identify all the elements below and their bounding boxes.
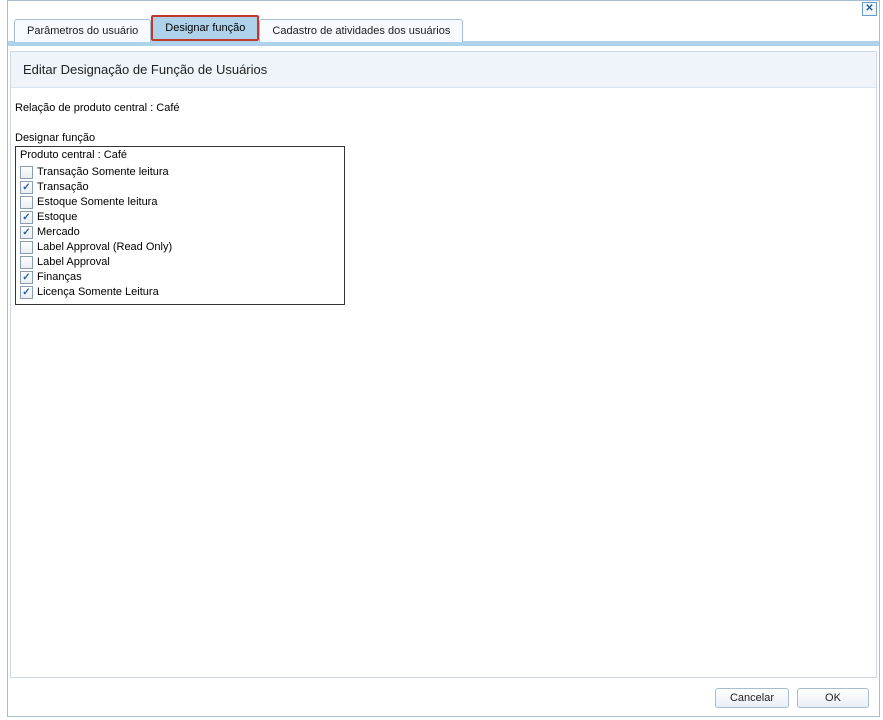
- role-label: Label Approval: [37, 255, 110, 270]
- role-checkbox[interactable]: [20, 271, 33, 284]
- button-bar: Cancelar OK: [715, 688, 869, 708]
- role-item: Estoque: [20, 210, 340, 225]
- tab-designar-funcao[interactable]: Designar função: [151, 15, 259, 41]
- role-box: Produto central : Café Transação Somente…: [15, 146, 345, 305]
- section-title: Editar Designação de Função de Usuários: [11, 52, 876, 88]
- role-item: Mercado: [20, 225, 340, 240]
- main-panel: Editar Designação de Função de Usuários …: [10, 51, 877, 678]
- role-item: Estoque Somente leitura: [20, 195, 340, 210]
- role-checkbox[interactable]: [20, 211, 33, 224]
- role-label: Label Approval (Read Only): [37, 240, 172, 255]
- role-item: Transação Somente leitura: [20, 165, 340, 180]
- role-item: Label Approval: [20, 255, 340, 270]
- role-label: Estoque: [37, 210, 77, 225]
- dialog-window: ✕ Parâmetros do usuário Designar função …: [7, 0, 880, 717]
- role-checkbox[interactable]: [20, 166, 33, 179]
- tabstrip: Parâmetros do usuário Designar função Ca…: [8, 19, 879, 46]
- role-checkbox[interactable]: [20, 196, 33, 209]
- role-checkbox[interactable]: [20, 241, 33, 254]
- role-label: Transação: [37, 180, 89, 195]
- role-label: Estoque Somente leitura: [37, 195, 157, 210]
- role-box-title: Produto central : Café: [20, 149, 340, 161]
- role-label: Transação Somente leitura: [37, 165, 169, 180]
- tab-parametros[interactable]: Parâmetros do usuário: [14, 19, 151, 42]
- role-item: Label Approval (Read Only): [20, 240, 340, 255]
- cancel-button[interactable]: Cancelar: [715, 688, 789, 708]
- assign-label: Designar função: [15, 132, 866, 144]
- role-label: Mercado: [37, 225, 80, 240]
- tab-cadastro-atividades[interactable]: Cadastro de atividades dos usuários: [259, 19, 463, 42]
- role-checkbox[interactable]: [20, 181, 33, 194]
- close-icon[interactable]: ✕: [862, 2, 877, 16]
- role-item: Licença Somente Leitura: [20, 285, 340, 300]
- role-checkbox[interactable]: [20, 256, 33, 269]
- relation-line: Relação de produto central : Café: [15, 102, 866, 114]
- role-checkbox[interactable]: [20, 286, 33, 299]
- role-label: Licença Somente Leitura: [37, 285, 159, 300]
- role-item: Finanças: [20, 270, 340, 285]
- role-checkbox[interactable]: [20, 226, 33, 239]
- role-item: Transação: [20, 180, 340, 195]
- titlebar: ✕: [8, 1, 879, 19]
- role-label: Finanças: [37, 270, 82, 285]
- body-area: Relação de produto central : Café Design…: [11, 88, 876, 315]
- ok-button[interactable]: OK: [797, 688, 869, 708]
